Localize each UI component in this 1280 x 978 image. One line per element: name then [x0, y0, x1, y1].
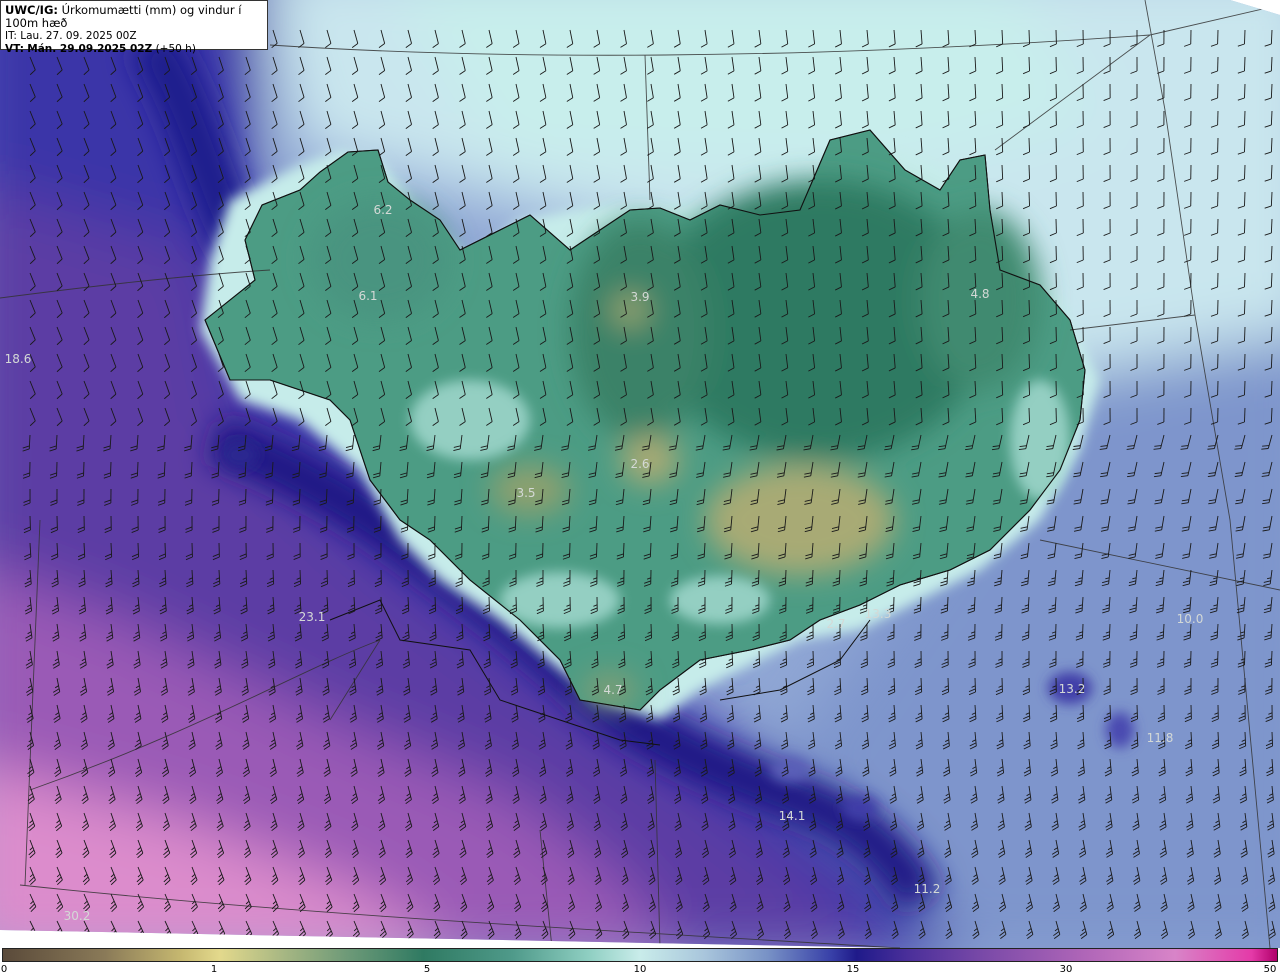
map-value-label: 6.1 [358, 289, 378, 303]
colorbar-tick: 30 [1059, 964, 1073, 975]
title-line-vt: VT: Mán. 29.09.2025 02Z (+50 h) [5, 43, 263, 56]
map-value-label: 14.1 [778, 809, 806, 823]
precipitable-water-map: 6.2 6.1 3.9 4.8 18.6 2.6 3.5 23.1 2.7 13… [0, 0, 1280, 948]
colorbar-tick: 50 [1263, 964, 1277, 975]
colorbar-tick: 0 [0, 964, 8, 975]
map-value-label: 2.7 [826, 617, 846, 631]
map-value-label: 3.9 [630, 290, 650, 304]
map-title-box: UWC/IG: Úrkomumætti (mm) og vindur í 100… [0, 0, 268, 55]
it-label: IT: [5, 30, 17, 42]
it-value: Lau. 27. 09. 2025 00Z [20, 30, 137, 42]
vt-label: VT: [5, 43, 24, 55]
map-value-label: 23.1 [298, 610, 326, 624]
map-value-label: 2.6 [630, 457, 650, 471]
map-value-label: 6.2 [373, 203, 393, 217]
vt-value: Mán. 29.09.2025 02Z [27, 43, 153, 55]
colorbar: 0 1 5 10 15 30 50 [0, 948, 1280, 978]
title-line-it: IT: Lau. 27. 09. 2025 00Z [5, 30, 263, 43]
map-value-label: 10.0 [1176, 612, 1204, 626]
colorbar-tick: 15 [846, 964, 860, 975]
map-value-label: 11.2 [913, 882, 941, 896]
map-canvas [0, 0, 1280, 948]
map-value-label: 18.6 [4, 352, 32, 366]
model-name: UWC/IG: [5, 3, 58, 17]
map-value-label: 3.5 [516, 486, 536, 500]
colorbar-tick: 1 [210, 964, 218, 975]
title-line-product: UWC/IG: Úrkomumætti (mm) og vindur í 100… [5, 4, 263, 30]
map-value-label: 4.7 [603, 683, 623, 697]
vt-offset: (+50 h) [155, 43, 196, 55]
map-value-label: 13.2 [1058, 682, 1086, 696]
map-value-label: 4.8 [970, 287, 990, 301]
map-value-label: 13.3 [864, 607, 892, 621]
map-value-label: 11.8 [1146, 731, 1174, 745]
colorbar-tick: 10 [633, 964, 647, 975]
colorbar-gradient [2, 948, 1278, 962]
map-value-label: 30.2 [63, 909, 91, 923]
colorbar-tick: 5 [423, 964, 431, 975]
